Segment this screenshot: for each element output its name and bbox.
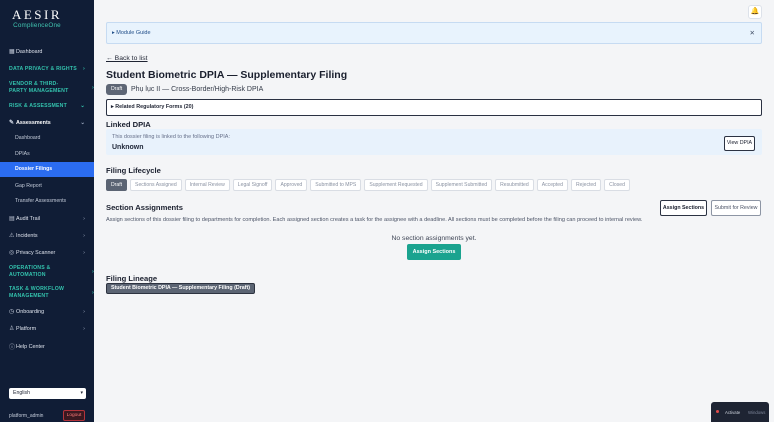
page-title: Student Biometric DPIA — Supplementary F… — [106, 69, 348, 81]
status-badge: Draft — [106, 84, 128, 95]
lifecycle-stage: Approved — [275, 179, 308, 191]
assign-sections-button[interactable]: Assign Sections — [660, 200, 707, 216]
chevron-right-icon: › — [83, 215, 85, 222]
warning-icon: ⚠ — [9, 233, 15, 239]
assign-sections-cta-button[interactable]: Assign Sections — [407, 244, 461, 260]
section-task-workflow[interactable]: TASK & WORKFLOW MANAGEMENT › — [9, 286, 94, 299]
logo: AESIR ComplienceOne — [0, 7, 74, 29]
chevron-down-icon: ▾ — [80, 390, 83, 396]
sidebar-subitem-gap-report[interactable]: Gap Report — [0, 179, 94, 194]
submit-for-review-button[interactable]: Submit for Review — [711, 200, 761, 216]
linked-dpia-panel: This dossier filing is linked to the fol… — [106, 129, 762, 155]
language-select[interactable]: English ▾ — [9, 388, 86, 399]
clipboard-icon: ✎ — [9, 120, 15, 126]
lifecycle-stage: Resubmitted — [495, 179, 534, 191]
close-icon[interactable]: ✕ — [750, 29, 755, 37]
grid-icon: ▦ — [9, 49, 15, 55]
sidebar: AESIR ComplienceOne ▦ Dashboard DATA PRI… — [0, 0, 94, 422]
section-assignments-description: Assign sections of this dossier filing t… — [106, 217, 643, 223]
filing-lineage-heading: Filing Lineage — [106, 274, 158, 283]
main-content: 🔔 ▸ Module Guide ✕ ← Back to list Studen… — [94, 0, 774, 422]
sidebar-item-label: Help Center — [16, 343, 45, 350]
section-label: VENDOR & THIRD-PARTY MANAGEMENT — [9, 81, 69, 94]
chevron-right-icon: › — [83, 325, 85, 332]
view-dpia-button[interactable]: View DPIA — [724, 136, 755, 151]
chevron-right-icon: › — [83, 232, 85, 239]
sidebar-item-assessments[interactable]: ✎ Assessments ⌄ — [0, 119, 94, 127]
back-to-list-link[interactable]: ← Back to list — [106, 55, 148, 62]
module-guide-panel: ▸ Module Guide ✕ — [106, 22, 762, 44]
lifecycle-stage: Draft — [106, 179, 128, 191]
section-risk[interactable]: RISK & ASSESSMENT ⌄ — [9, 103, 94, 110]
section-assignments-heading: Section Assignments — [106, 203, 183, 212]
sidebar-item-label: Dashboard — [16, 48, 43, 55]
lifecycle-stage: Closed — [604, 179, 630, 191]
module-guide-label: Module Guide — [116, 30, 151, 36]
scanner-icon: ◎ — [9, 250, 15, 256]
sidebar-item-audit-trail[interactable]: ▤ Audit Trail › — [0, 215, 94, 223]
brand-tagline: ComplienceOne — [13, 22, 61, 29]
linked-dpia-note: This dossier filing is linked to the fol… — [112, 134, 230, 140]
chevron-down-icon: ⌄ — [80, 119, 85, 126]
lifecycle-stage: Sections Assigned — [130, 179, 182, 191]
section-operations[interactable]: OPERATIONS & AUTOMATION › — [9, 265, 94, 278]
status-dot-icon — [716, 410, 719, 413]
lifecycle-stage: Legal Signoff — [232, 179, 273, 191]
sidebar-subitem-transfer-assessments[interactable]: Transfer Assessments — [0, 194, 94, 209]
lifecycle-stage: Supplement Requested — [364, 179, 428, 191]
logout-button[interactable]: Logout — [63, 410, 85, 421]
notification-bell-icon[interactable]: 🔔 — [748, 5, 762, 19]
section-label: DATA PRIVACY & RIGHTS — [9, 66, 77, 72]
username: platform_admin — [9, 413, 44, 419]
section-label: OPERATIONS & AUTOMATION — [9, 265, 51, 278]
check-circle-icon: ◷ — [9, 309, 15, 315]
sidebar-item-privacy-scanner[interactable]: ◎ Privacy Scanner › — [0, 249, 94, 257]
document-icon: ▤ — [9, 216, 15, 222]
section-label: RISK & ASSESSMENT — [9, 103, 67, 109]
sidebar-item-onboarding[interactable]: ◷ Onboarding › — [0, 308, 94, 316]
linked-dpia-value: Unknown — [112, 144, 144, 151]
sidebar-item-dashboard[interactable]: ▦ Dashboard — [0, 48, 94, 56]
chevron-right-icon: › — [83, 249, 85, 256]
sidebar-subitem-dossier-filings[interactable]: Dossier Filings — [0, 162, 94, 177]
chevron-right-icon: › — [82, 66, 85, 72]
chevron-down-icon: ⌄ — [80, 103, 85, 109]
page-subtitle: Phụ lục II — Cross-Border/High-Risk DPIA — [131, 86, 264, 93]
empty-state-text: No section assignments yet. — [391, 235, 477, 242]
toast-muted-text: Windows — [748, 410, 766, 415]
sidebar-item-incidents[interactable]: ⚠ Incidents › — [0, 232, 94, 240]
sidebar-subitem-dashboard[interactable]: Dashboard — [0, 131, 94, 146]
toast-activate[interactable]: Activate — [725, 410, 740, 415]
sidebar-item-help-center[interactable]: ⓘ Help Center — [0, 342, 94, 352]
lifecycle-stage: Supplement Submitted — [430, 179, 493, 191]
section-label: TASK & WORKFLOW MANAGEMENT — [9, 286, 65, 299]
sidebar-item-platform[interactable]: ♙ Platform › — [0, 325, 94, 333]
section-vendor[interactable]: VENDOR & THIRD-PARTY MANAGEMENT › — [9, 81, 94, 94]
related-forms-toggle[interactable]: ▸ Related Regulatory Forms (20) — [106, 99, 762, 116]
lifecycle-stage: Rejected — [570, 179, 602, 191]
section-data-privacy[interactable]: DATA PRIVACY & RIGHTS › — [9, 66, 94, 73]
sidebar-subitem-dpias[interactable]: DPIAs — [0, 147, 94, 162]
language-value: English — [13, 390, 31, 396]
activation-toast: Activate Windows — [711, 402, 769, 422]
brand-name: AESIR — [11, 7, 63, 22]
user-icon: ♙ — [9, 326, 15, 332]
lifecycle-stage: Internal Review — [184, 179, 230, 191]
linked-dpia-heading: Linked DPIA — [106, 120, 151, 129]
module-guide-toggle[interactable]: ▸ Module Guide — [112, 30, 151, 36]
lifecycle-stepper: Draft Sections Assigned Internal Review … — [106, 179, 630, 191]
lineage-item[interactable]: Student Biometric DPIA — Supplementary F… — [106, 283, 256, 294]
help-icon: ⓘ — [9, 345, 16, 351]
filing-lifecycle-heading: Filing Lifecycle — [106, 166, 161, 175]
lifecycle-stage: Accepted — [536, 179, 568, 191]
related-forms-label: Related Regulatory Forms (20) — [115, 104, 194, 110]
chevron-right-icon: › — [83, 308, 85, 315]
lifecycle-stage: Submitted to MPS — [310, 179, 362, 191]
